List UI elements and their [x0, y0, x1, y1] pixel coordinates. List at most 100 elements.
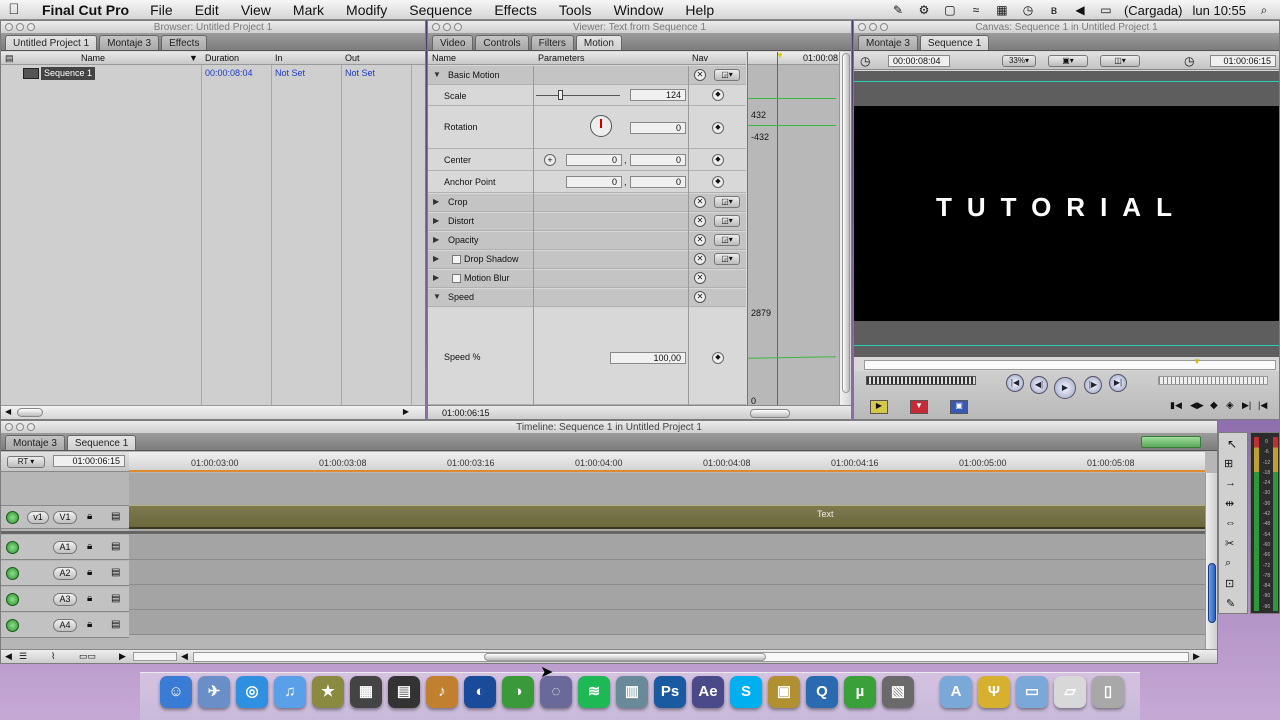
sort-arrow-icon[interactable]: ▼ — [189, 52, 198, 65]
viewer-timecode[interactable]: 01:00:06:15 — [442, 408, 490, 418]
rt-menu[interactable]: RT ▾ — [7, 456, 45, 468]
tab-untitled-project[interactable]: Untitled Project 1 — [5, 35, 98, 50]
play-button[interactable]: ▶ — [1054, 377, 1076, 399]
menu-edit[interactable]: Edit — [195, 2, 219, 18]
skype-icon[interactable]: S — [730, 676, 762, 708]
motion-group-motion-blur[interactable]: ▶ Motion Blur ✕ — [428, 270, 746, 288]
motion-group-crop[interactable]: ▶ Crop ✕ ◲▾ — [428, 194, 746, 212]
keyframe-menu-icon[interactable]: ◲▾ — [714, 196, 740, 208]
tab-montaje-3[interactable]: Montaje 3 — [99, 35, 160, 50]
scale-slider-thumb[interactable] — [558, 90, 563, 100]
center-y-field[interactable]: 0 — [630, 154, 686, 166]
disclosure-closed-icon[interactable]: ▶ — [433, 216, 439, 225]
mark-clip-button[interactable]: ◀▶ — [1190, 400, 1204, 411]
minimize-window-button[interactable] — [443, 23, 451, 31]
auto-select-icon[interactable]: ▤ — [111, 511, 120, 522]
scroll-right-icon[interactable]: ▶ — [1193, 651, 1200, 662]
app-menu[interactable]: Final Cut Pro — [42, 2, 129, 18]
lock-icon[interactable]: 🔒︎ — [87, 619, 92, 630]
view-popup[interactable]: ▣▾ — [1048, 55, 1088, 67]
imovie-star-icon[interactable]: ★ — [312, 676, 344, 708]
track-visibility-button[interactable] — [6, 511, 19, 524]
replace-edit-button[interactable]: ▣ — [950, 400, 968, 414]
tab-montaje-3[interactable]: Montaje 3 — [5, 435, 65, 450]
column-duration[interactable]: Duration — [205, 52, 239, 65]
reset-icon[interactable]: ✕ — [694, 253, 706, 265]
dest-track-a4[interactable]: A4 — [53, 619, 77, 632]
zoom-left-icon[interactable]: ◀ — [181, 651, 188, 662]
tab-controls[interactable]: Controls — [475, 35, 529, 50]
dashboard-icon[interactable]: ▥ — [616, 676, 648, 708]
auto-select-icon[interactable]: ▤ — [111, 593, 120, 604]
color-app-icon[interactable]: ◑ — [502, 676, 534, 708]
keyframe-graph[interactable]: 01:00:08 ▼ 432 -432 2879 0 — [747, 51, 840, 406]
zoom-window-button[interactable] — [880, 23, 888, 31]
garageband-icon[interactable]: ♪ — [426, 676, 458, 708]
keyframe-menu-icon[interactable]: ◲▾ — [714, 234, 740, 246]
lock-icon[interactable]: 🔒︎ — [87, 541, 92, 552]
motion-blur-checkbox[interactable] — [452, 274, 461, 283]
list-view-icon[interactable]: ▤ — [5, 52, 14, 65]
column-name[interactable]: Name — [81, 52, 105, 65]
photoshop-icon[interactable]: Ps — [654, 676, 686, 708]
bluetooth-icon[interactable]: ʙ — [1046, 3, 1062, 17]
dest-track-v1[interactable]: V1 — [53, 511, 77, 524]
keyframe-ruler[interactable]: 01:00:08 ▼ — [748, 51, 840, 65]
motion-group-drop-shadow[interactable]: ▶ Drop Shadow ✕ ◲▾ — [428, 251, 746, 269]
tab-video[interactable]: Video — [432, 35, 474, 50]
prev-edit-button[interactable]: |◀ — [1006, 374, 1024, 392]
timeline-ruler[interactable]: 01:00:03:00 01:00:03:08 01:00:03:16 01:0… — [129, 452, 1205, 472]
browser-titlebar[interactable]: Browser: Untitled Project 1 — [1, 21, 425, 34]
drop-shadow-checkbox[interactable] — [452, 255, 461, 264]
apple-menu-icon[interactable]:  — [0, 0, 28, 20]
timeline-horizontal-scroller[interactable] — [193, 652, 1189, 662]
menu-effects[interactable]: Effects — [494, 2, 537, 18]
center-x-field[interactable]: 0 — [566, 154, 622, 166]
slip-tool-icon[interactable]: ⇔ — [1225, 517, 1236, 529]
pen-tablet-icon[interactable]: ✎ — [890, 3, 906, 17]
track-audible-button[interactable] — [6, 541, 19, 554]
scale-slider[interactable] — [536, 95, 620, 96]
auto-select-icon[interactable]: ▤ — [111, 619, 120, 630]
downloads-stack-icon[interactable]: ▱ — [1054, 676, 1086, 708]
disclosure-closed-icon[interactable]: ▶ — [433, 235, 439, 244]
volume-icon[interactable]: ◀ — [1072, 3, 1088, 17]
close-window-button[interactable] — [5, 23, 13, 31]
final-cut-icon[interactable]: ▦ — [350, 676, 382, 708]
jog-control[interactable] — [1158, 376, 1268, 385]
zoom-window-button[interactable] — [27, 423, 35, 431]
insert-edit-button[interactable]: ▶ — [870, 400, 888, 414]
zoom-window-button[interactable] — [454, 23, 462, 31]
reset-icon[interactable]: ✕ — [694, 215, 706, 227]
itunes-icon[interactable]: ♫ — [274, 676, 306, 708]
disclosure-open-icon[interactable]: ▼ — [433, 292, 441, 301]
lock-icon[interactable]: 🔒︎ — [87, 593, 92, 604]
scroll-thumb[interactable] — [1208, 563, 1216, 623]
crosshair-icon[interactable]: + — [544, 154, 556, 166]
scroll-thumb[interactable] — [17, 408, 43, 417]
pen-tool-icon[interactable]: ✎ — [1226, 597, 1235, 610]
canvas-scrubber[interactable]: ▼ — [864, 357, 1276, 370]
applications-folder-icon[interactable]: A — [940, 676, 972, 708]
canvas-timecode[interactable]: 01:00:06:15 — [1210, 55, 1276, 67]
display-icon[interactable]: ▢ — [942, 3, 958, 17]
source-track-v1[interactable]: v1 — [27, 511, 49, 524]
trash-icon[interactable]: ▯ — [1092, 676, 1124, 708]
shuttle-control[interactable] — [866, 376, 976, 385]
spaces-icon[interactable]: ▦ — [994, 3, 1010, 17]
keyframe-menu-icon[interactable]: ◲▾ — [714, 69, 740, 81]
motion-group-opacity[interactable]: ▶ Opacity ✕ ◲▾ — [428, 232, 746, 250]
minimize-window-button[interactable] — [16, 423, 24, 431]
mark-in-button[interactable]: ▶| — [1242, 400, 1251, 411]
add-keyframe-icon[interactable]: ◆ — [712, 352, 724, 364]
text-clip[interactable]: Text — [129, 505, 1205, 529]
crop-tool-icon[interactable]: ⊡ — [1225, 577, 1234, 590]
selection-tool-icon[interactable]: ↖ — [1227, 437, 1237, 451]
documents-folder-icon[interactable]: ▭ — [1016, 676, 1048, 708]
timeline-vertical-scrollbar[interactable] — [1205, 473, 1217, 649]
playhead-icon[interactable]: ▼ — [1193, 357, 1201, 366]
canvas-titlebar[interactable]: Canvas: Sequence 1 in Untitled Project 1 — [854, 21, 1279, 34]
minimize-window-button[interactable] — [869, 23, 877, 31]
lock-icon[interactable]: 🔒︎ — [87, 567, 92, 578]
add-keyframe-icon[interactable]: ◆ — [712, 176, 724, 188]
